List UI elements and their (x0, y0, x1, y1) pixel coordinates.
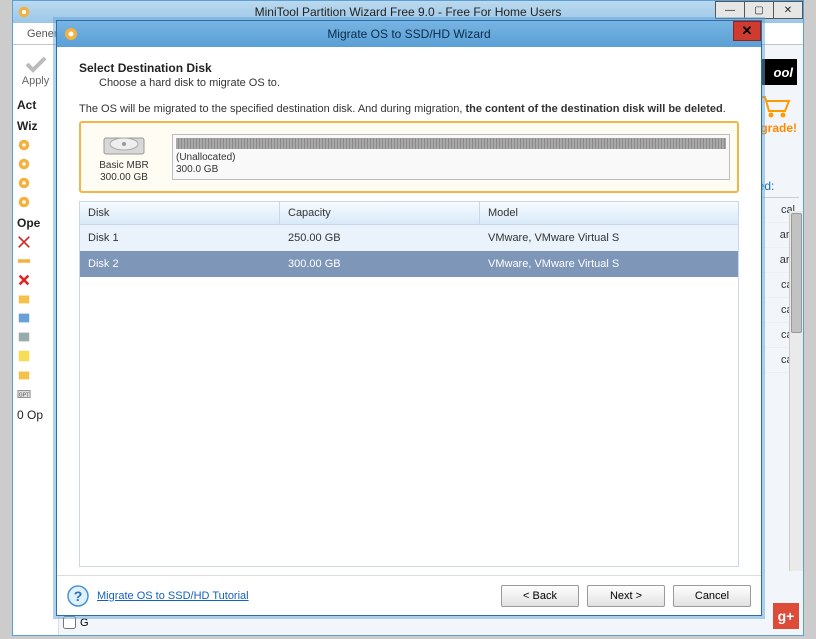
warn-bold: the content of the destination disk will… (465, 103, 722, 115)
bootable-checkbox-row[interactable]: G (63, 616, 89, 629)
apply-block[interactable]: Apply (17, 47, 54, 93)
col-capacity-header[interactable]: Capacity (280, 202, 480, 224)
left-panel: Apply Act Wiz Ope GPT 0 Op (13, 45, 59, 635)
sidebar-item[interactable]: GPT (17, 385, 31, 403)
sidebar-item[interactable] (17, 174, 31, 192)
pending-count: 0 Op (17, 404, 43, 424)
sidebar-item[interactable] (17, 233, 31, 251)
section-operations: Ope (17, 212, 40, 232)
wizard-disk-icon (17, 176, 31, 190)
disk-blue-icon (17, 311, 31, 325)
minimize-button[interactable]: — (715, 1, 745, 19)
cell-disk: Disk 1 (80, 225, 280, 251)
help-icon[interactable]: ? (67, 585, 89, 607)
sidebar-item[interactable] (17, 193, 31, 211)
sidebar-item[interactable] (17, 366, 31, 384)
sidebar-item[interactable] (17, 136, 31, 154)
cell-capacity: 300.00 GB (280, 251, 480, 277)
warn-post: . (723, 103, 726, 115)
unallocated-label: (Unallocated) (176, 152, 726, 164)
warning-text: The OS will be migrated to the specified… (79, 103, 739, 121)
svg-text:GPT: GPT (19, 393, 31, 399)
col-model-header[interactable]: Model (480, 202, 738, 224)
tutorial-link[interactable]: Migrate OS to SSD/HD Tutorial (97, 590, 249, 602)
app-title: MiniTool Partition Wizard Free 9.0 - Fre… (13, 5, 803, 19)
warn-pre: The OS will be migrated to the specified… (79, 103, 465, 115)
apply-icon (24, 55, 48, 73)
cell-model: VMware, VMware Virtual S (480, 251, 738, 277)
bootable-label: G (80, 617, 89, 629)
disk-summary-icon-block: Basic MBR 300.00 GB (88, 130, 160, 184)
next-button[interactable]: Next > (587, 585, 665, 607)
unallocated-stripe (176, 138, 726, 149)
step-title: Select Destination Disk (79, 61, 739, 75)
note-icon (17, 349, 31, 363)
vertical-scrollbar[interactable] (789, 211, 803, 571)
dialog-content: Select Destination Disk Choose a hard di… (57, 47, 761, 575)
disk-type-label: Basic MBR (88, 160, 160, 172)
wizard-disk-icon (17, 138, 31, 152)
unallocated-bar: (Unallocated) 300.0 GB (172, 134, 730, 180)
scissors-icon (17, 235, 31, 249)
dialog-title: Migrate OS to SSD/HD Wizard (57, 27, 761, 41)
cancel-button[interactable]: Cancel (673, 585, 751, 607)
svg-text:?: ? (74, 588, 83, 604)
delete-icon (17, 273, 31, 287)
disk-gray-icon (17, 330, 31, 344)
hard-disk-icon (102, 130, 146, 158)
section-actions: Act (17, 94, 36, 114)
disk-type-size: 300.00 GB (88, 172, 160, 184)
sidebar-item[interactable] (17, 252, 31, 270)
disk-table: Disk Capacity Model Disk 1 250.00 GB VMw… (79, 201, 739, 567)
sidebar-item[interactable] (17, 347, 31, 365)
sidebar-item[interactable] (17, 290, 31, 308)
col-disk-header[interactable]: Disk (80, 202, 280, 224)
sidebar-item[interactable] (17, 309, 31, 327)
google-plus-button[interactable]: g+ (773, 603, 799, 629)
dialog-footer: ? Migrate OS to SSD/HD Tutorial < Back N… (57, 575, 761, 615)
sidebar-item[interactable] (17, 155, 31, 173)
ruler-icon (17, 254, 31, 268)
table-header: Disk Capacity Model (80, 202, 738, 225)
cell-capacity: 250.00 GB (280, 225, 480, 251)
back-button[interactable]: < Back (501, 585, 579, 607)
maximize-button[interactable]: ▢ (744, 1, 774, 19)
table-row[interactable]: Disk 2 300.00 GB VMware, VMware Virtual … (80, 251, 738, 277)
close-button[interactable]: ✕ (773, 1, 803, 19)
bootable-checkbox[interactable] (63, 616, 76, 629)
folder-icon (17, 292, 31, 306)
step-subtitle: Choose a hard disk to migrate OS to. (79, 75, 739, 103)
dialog-icon (63, 26, 79, 42)
cell-model: VMware, VMware Virtual S (480, 225, 738, 251)
scrollbar-thumb[interactable] (791, 213, 802, 333)
cell-disk: Disk 2 (80, 251, 280, 277)
table-body: Disk 1 250.00 GB VMware, VMware Virtual … (80, 225, 738, 566)
section-wizards: Wiz (17, 115, 38, 135)
window-controls: — ▢ ✕ (715, 1, 803, 19)
dialog-titlebar: Migrate OS to SSD/HD Wizard ✕ (57, 21, 761, 47)
disk-summary: Basic MBR 300.00 GB (Unallocated) 300.0 … (79, 121, 739, 193)
wizard-disk-icon (17, 157, 31, 171)
migrate-wizard-dialog: Migrate OS to SSD/HD Wizard ✕ Select Des… (56, 20, 762, 616)
wizard-disk-icon (17, 195, 31, 209)
sidebar-item[interactable] (17, 328, 31, 346)
app-icon (17, 5, 31, 19)
folder2-icon (17, 368, 31, 382)
sidebar-item[interactable] (17, 271, 31, 289)
upgrade-label[interactable]: grade! (760, 121, 797, 135)
dialog-close-button[interactable]: ✕ (733, 21, 761, 41)
table-row[interactable]: Disk 1 250.00 GB VMware, VMware Virtual … (80, 225, 738, 251)
gpt-icon: GPT (17, 387, 31, 401)
apply-label: Apply (22, 75, 50, 87)
unallocated-size: 300.0 GB (176, 164, 726, 176)
